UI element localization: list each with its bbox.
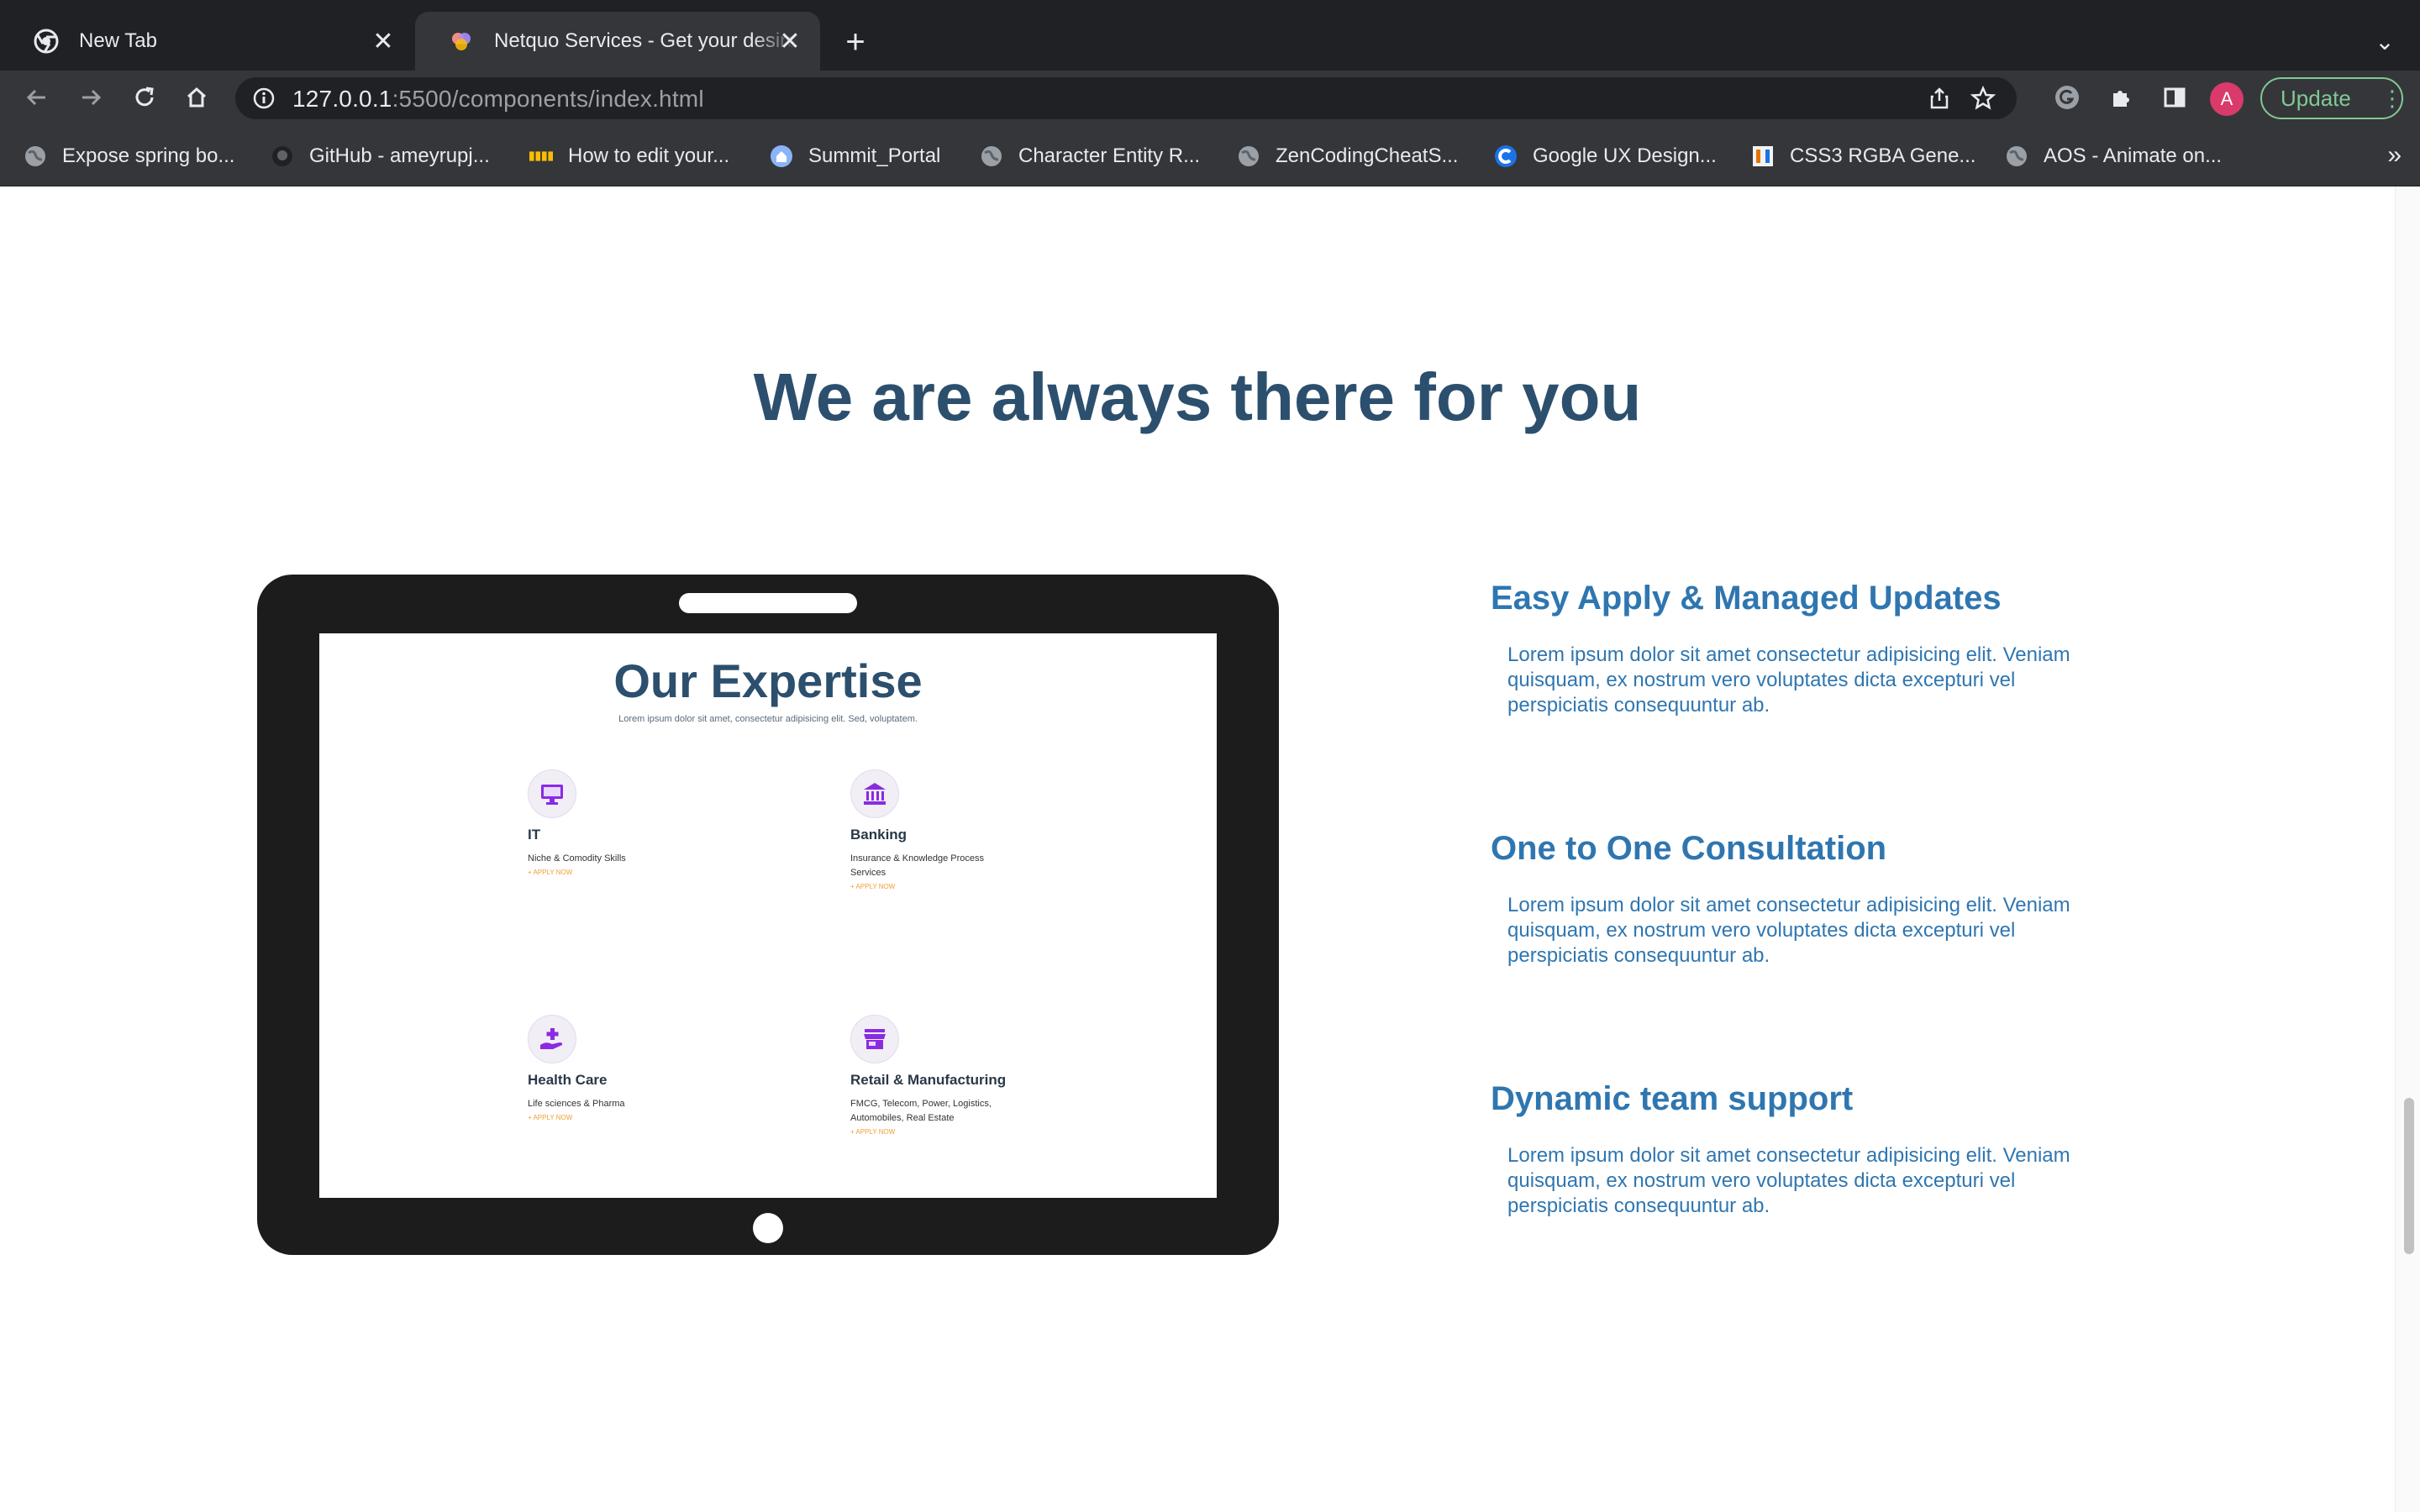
feature-title: Dynamic team support xyxy=(1491,1080,1854,1117)
github-icon xyxy=(271,144,294,168)
expertise-subtitle: Lorem ipsum dolor sit amet, consectetur … xyxy=(618,714,918,724)
home-icon xyxy=(770,144,793,168)
bookmark-star-icon[interactable] xyxy=(1970,85,1996,112)
monitor-icon xyxy=(528,769,576,818)
bookmark-item[interactable]: Character Entity R... xyxy=(980,139,1200,173)
profile-avatar[interactable]: A xyxy=(2210,82,2244,116)
url-host: 127.0.0.1 xyxy=(292,86,392,112)
page-scrollbar[interactable] xyxy=(2395,186,2420,1512)
bookmark-label: AOS - Animate on... xyxy=(2044,144,2223,167)
apply-now-link[interactable]: + APPLY NOW xyxy=(850,883,1018,890)
bookmark-item[interactable]: How to edit your... xyxy=(529,139,729,173)
extensions-puzzle-icon[interactable] xyxy=(2102,79,2139,116)
feature-text: Lorem ipsum dolor sit amet consectetur a… xyxy=(1507,643,2070,717)
home-icon[interactable] xyxy=(178,79,215,116)
card-text: Insurance & Knowledge Process Services xyxy=(850,853,984,878)
bookmark-label: Character Entity R... xyxy=(1018,144,1201,167)
section-heading: We are always there for you xyxy=(753,360,1642,434)
bookmarks-bar: Expose spring bo... GitHub - ameyrupj...… xyxy=(0,124,2420,186)
url-path: :5500/components/index.html xyxy=(392,86,704,112)
globe-icon xyxy=(24,144,47,168)
globe-icon xyxy=(980,144,1003,168)
feature-text: Lorem ipsum dolor sit amet consectetur a… xyxy=(1507,894,2070,967)
apply-now-link[interactable]: + APPLY NOW xyxy=(850,1128,1027,1136)
card-title: Health Care xyxy=(528,1072,608,1088)
card-title: Retail & Manufacturing xyxy=(850,1072,1007,1088)
scrollbar-thumb[interactable] xyxy=(2404,1098,2414,1254)
feature-title: One to One Consultation xyxy=(1491,830,1887,867)
tablet-speaker xyxy=(679,593,857,613)
card-title: Banking xyxy=(850,827,908,843)
bookmark-label: Google UX Design... xyxy=(1533,144,1717,167)
tablet-screen: Our Expertise Lorem ipsum dolor sit amet… xyxy=(319,633,1217,1198)
feature-text: Lorem ipsum dolor sit amet consectetur a… xyxy=(1507,1144,2070,1217)
coursera-icon xyxy=(1494,144,1518,168)
close-tab-icon[interactable]: ✕ xyxy=(368,26,398,56)
bookmark-label: ZenCodingCheatS... xyxy=(1276,144,1459,167)
feature-easy-apply: Easy Apply & Managed Updates Lorem ipsum… xyxy=(1491,580,2129,718)
more-bookmarks-chevron-icon[interactable]: » xyxy=(2387,141,2402,170)
card-text: Life sciences & Pharma xyxy=(528,1099,625,1109)
share-icon[interactable] xyxy=(1926,85,1953,112)
bank-icon xyxy=(850,769,899,818)
url-text: 127.0.0.1:5500/components/index.html xyxy=(292,86,704,113)
bookmark-label: CSS3 RGBA Gene... xyxy=(1790,144,1976,167)
bookmark-label: Expose spring bo... xyxy=(62,144,235,167)
kebab-menu-icon[interactable]: ⋮ xyxy=(2381,86,2403,111)
close-tab-icon[interactable]: ✕ xyxy=(775,26,805,56)
bookmark-item[interactable]: Summit_Portal xyxy=(770,139,940,173)
bookmark-label: GitHub - ameyrupj... xyxy=(309,144,490,167)
expertise-card-banking: Banking Insurance & Knowledge Process Se… xyxy=(850,769,1018,890)
tab-search-chevron-icon[interactable]: ⌄ xyxy=(2368,25,2402,59)
chrome-icon xyxy=(34,29,59,54)
expertise-title: Our Expertise xyxy=(613,654,923,707)
bookmark-label: How to edit your... xyxy=(568,144,730,167)
bookmark-item[interactable]: AOS - Animate on... xyxy=(2005,139,2222,173)
site-info-icon[interactable] xyxy=(252,87,276,110)
globe-icon xyxy=(1237,144,1260,168)
expertise-card-retail: Retail & Manufacturing FMCG, Telecom, Po… xyxy=(850,1015,1027,1136)
tab-strip: New Tab ✕ Netquo Services - Get your des… xyxy=(0,0,2420,71)
side-panel-icon[interactable] xyxy=(2156,79,2193,116)
back-arrow-icon[interactable] xyxy=(18,79,55,116)
medical-hand-icon xyxy=(528,1015,576,1063)
page-viewport: We are always there for you Our Expertis… xyxy=(0,186,2420,1512)
update-label: Update xyxy=(2281,85,2351,111)
tablet-mockup: Our Expertise Lorem ipsum dolor sit amet… xyxy=(257,575,1279,1255)
bookmark-item[interactable]: ZenCodingCheatS... xyxy=(1237,139,1458,173)
address-bar[interactable]: 127.0.0.1:5500/components/index.html xyxy=(235,77,2017,119)
globe-icon xyxy=(2005,144,2028,168)
apply-now-link[interactable]: + APPLY NOW xyxy=(528,869,746,876)
browser-toolbar: 127.0.0.1:5500/components/index.html A U… xyxy=(0,71,2420,124)
feature-title: Easy Apply & Managed Updates xyxy=(1491,580,2002,617)
tab-netquo[interactable]: Netquo Services - Get your desired job ✕ xyxy=(415,12,820,71)
grammarly-extension-icon[interactable] xyxy=(2049,79,2086,116)
bookmark-label: Summit_Portal xyxy=(808,144,941,167)
tablet-home-button xyxy=(753,1213,783,1243)
apply-now-link[interactable]: + APPLY NOW xyxy=(528,1114,746,1121)
netquo-favicon-icon xyxy=(449,29,474,54)
site-icon xyxy=(529,144,553,168)
forward-arrow-icon[interactable] xyxy=(72,79,109,116)
feature-consultation: One to One Consultation Lorem ipsum dolo… xyxy=(1491,830,2129,969)
tab-new-tab[interactable]: New Tab ✕ xyxy=(0,12,413,71)
bookmark-item[interactable]: Expose spring bo... xyxy=(24,139,234,173)
tab-title: New Tab xyxy=(79,29,157,52)
feature-team-support: Dynamic team support Lorem ipsum dolor s… xyxy=(1491,1080,2129,1219)
bookmark-item[interactable]: CSS3 RGBA Gene... xyxy=(1751,139,1975,173)
expertise-card-health-care: Health Care Life sciences & Pharma + APP… xyxy=(528,1015,746,1121)
reload-icon[interactable] xyxy=(126,79,163,116)
card-title: IT xyxy=(528,827,541,843)
card-text: FMCG, Telecom, Power, Logistics, Automob… xyxy=(850,1099,992,1123)
expertise-card-it: IT Niche & Comodity Skills + APPLY NOW xyxy=(528,769,746,876)
bookmark-item[interactable]: GitHub - ameyrupj... xyxy=(271,139,490,173)
card-text: Niche & Comodity Skills xyxy=(528,853,626,864)
css3-icon xyxy=(1751,144,1775,168)
update-button[interactable]: Update ⋮ xyxy=(2260,77,2403,119)
store-icon xyxy=(850,1015,899,1063)
tab-title: Netquo Services - Get your desired job xyxy=(494,29,797,52)
new-tab-plus-icon[interactable]: + xyxy=(837,25,874,62)
bookmark-item[interactable]: Google UX Design... xyxy=(1494,139,1717,173)
